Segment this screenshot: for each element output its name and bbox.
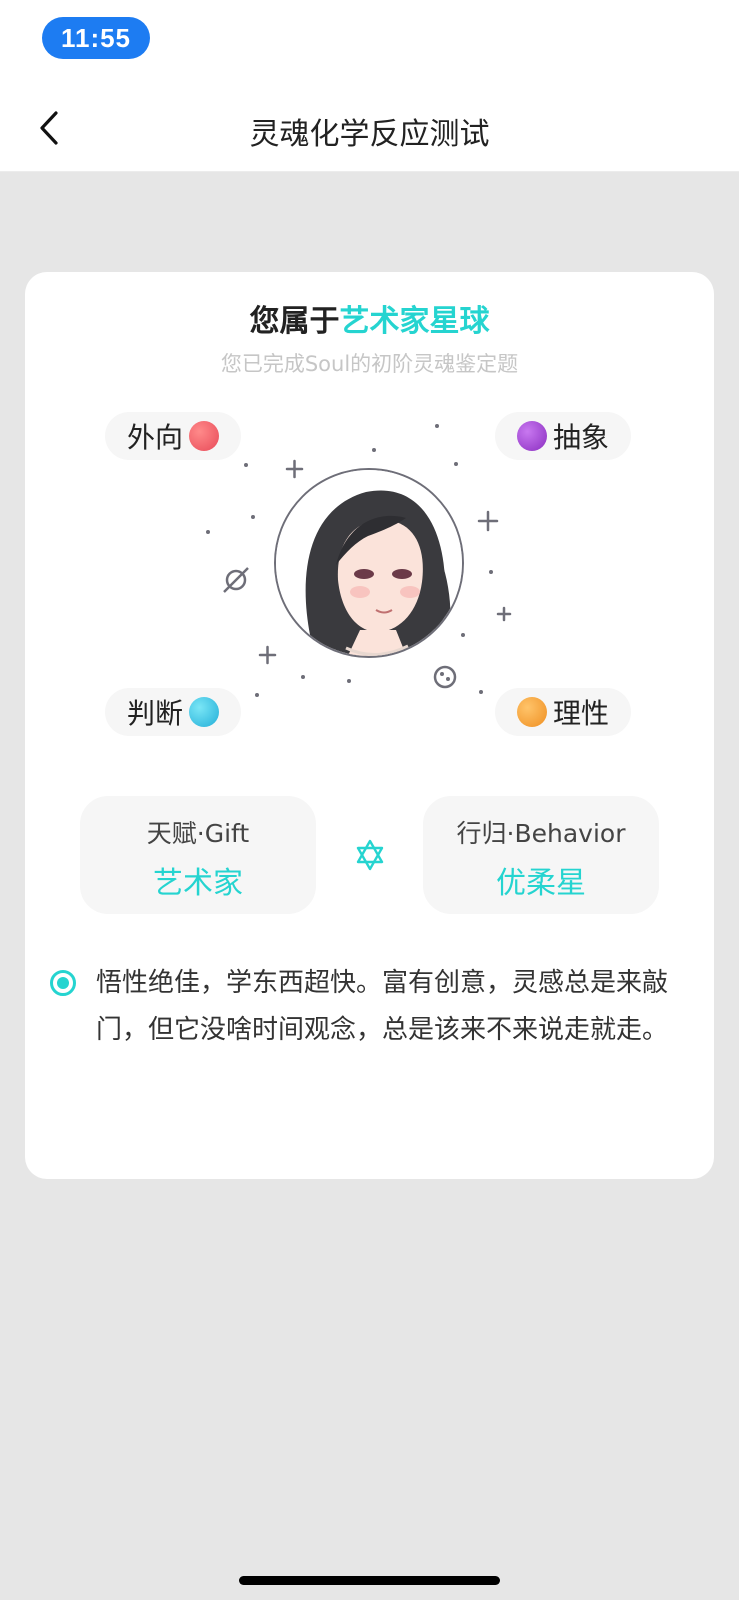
star-of-david-icon xyxy=(356,839,384,871)
orange-planet-icon xyxy=(517,697,547,727)
behavior-label: 行归·Behavior xyxy=(456,819,626,848)
result-subtitle: 您已完成Soul的初阶灵魂鉴定题 xyxy=(220,352,519,376)
heading-prefix: 您属于 xyxy=(249,304,340,339)
trait-label: 外向 xyxy=(127,421,184,454)
trait-label: 抽象 xyxy=(553,421,610,454)
trait-judging: 判断 xyxy=(105,688,242,736)
trait-rational: 理性 xyxy=(495,688,632,736)
planet-name: 艺术家星球 xyxy=(339,304,490,339)
blue-planet-icon xyxy=(189,697,220,727)
radio-dot-icon xyxy=(50,970,76,996)
page-title: 灵魂化学反应测试 xyxy=(249,117,490,152)
gift-label: 天赋·Gift xyxy=(146,819,250,848)
personality-description: 悟性绝佳，学东西超快。富有创意，灵感总是来敲门，但它没啥时间观念，总是该来不来说… xyxy=(96,968,669,1045)
home-indicator[interactable] xyxy=(239,1576,500,1585)
planet-ring-icon xyxy=(223,567,249,593)
trait-label: 判断 xyxy=(127,697,184,730)
avatar-illustration xyxy=(276,470,462,656)
behavior-box: 行归·Behavior 优柔星 xyxy=(423,796,659,914)
status-time: 11:55 xyxy=(42,17,150,59)
trait-abstract: 抽象 xyxy=(495,412,632,460)
purple-planet-icon xyxy=(517,421,547,451)
navigation-bar: 灵魂化学反应测试 xyxy=(0,85,739,172)
trait-label: 理性 xyxy=(553,697,610,730)
behavior-value: 优柔星 xyxy=(496,866,586,901)
trait-extrovert: 外向 xyxy=(105,412,242,460)
result-card: 您属于艺术家星球 您已完成Soul的初阶灵魂鉴定题 外向 抽象 判断 理性 天赋… xyxy=(25,272,714,1179)
red-planet-icon xyxy=(189,421,220,451)
gift-value: 艺术家 xyxy=(153,866,243,901)
result-heading: 您属于艺术家星球 xyxy=(25,296,714,340)
avatar[interactable] xyxy=(274,468,464,658)
status-bar: 11:55 xyxy=(0,0,739,85)
moon-icon xyxy=(433,665,457,689)
gift-box: 天赋·Gift 艺术家 xyxy=(80,796,316,914)
